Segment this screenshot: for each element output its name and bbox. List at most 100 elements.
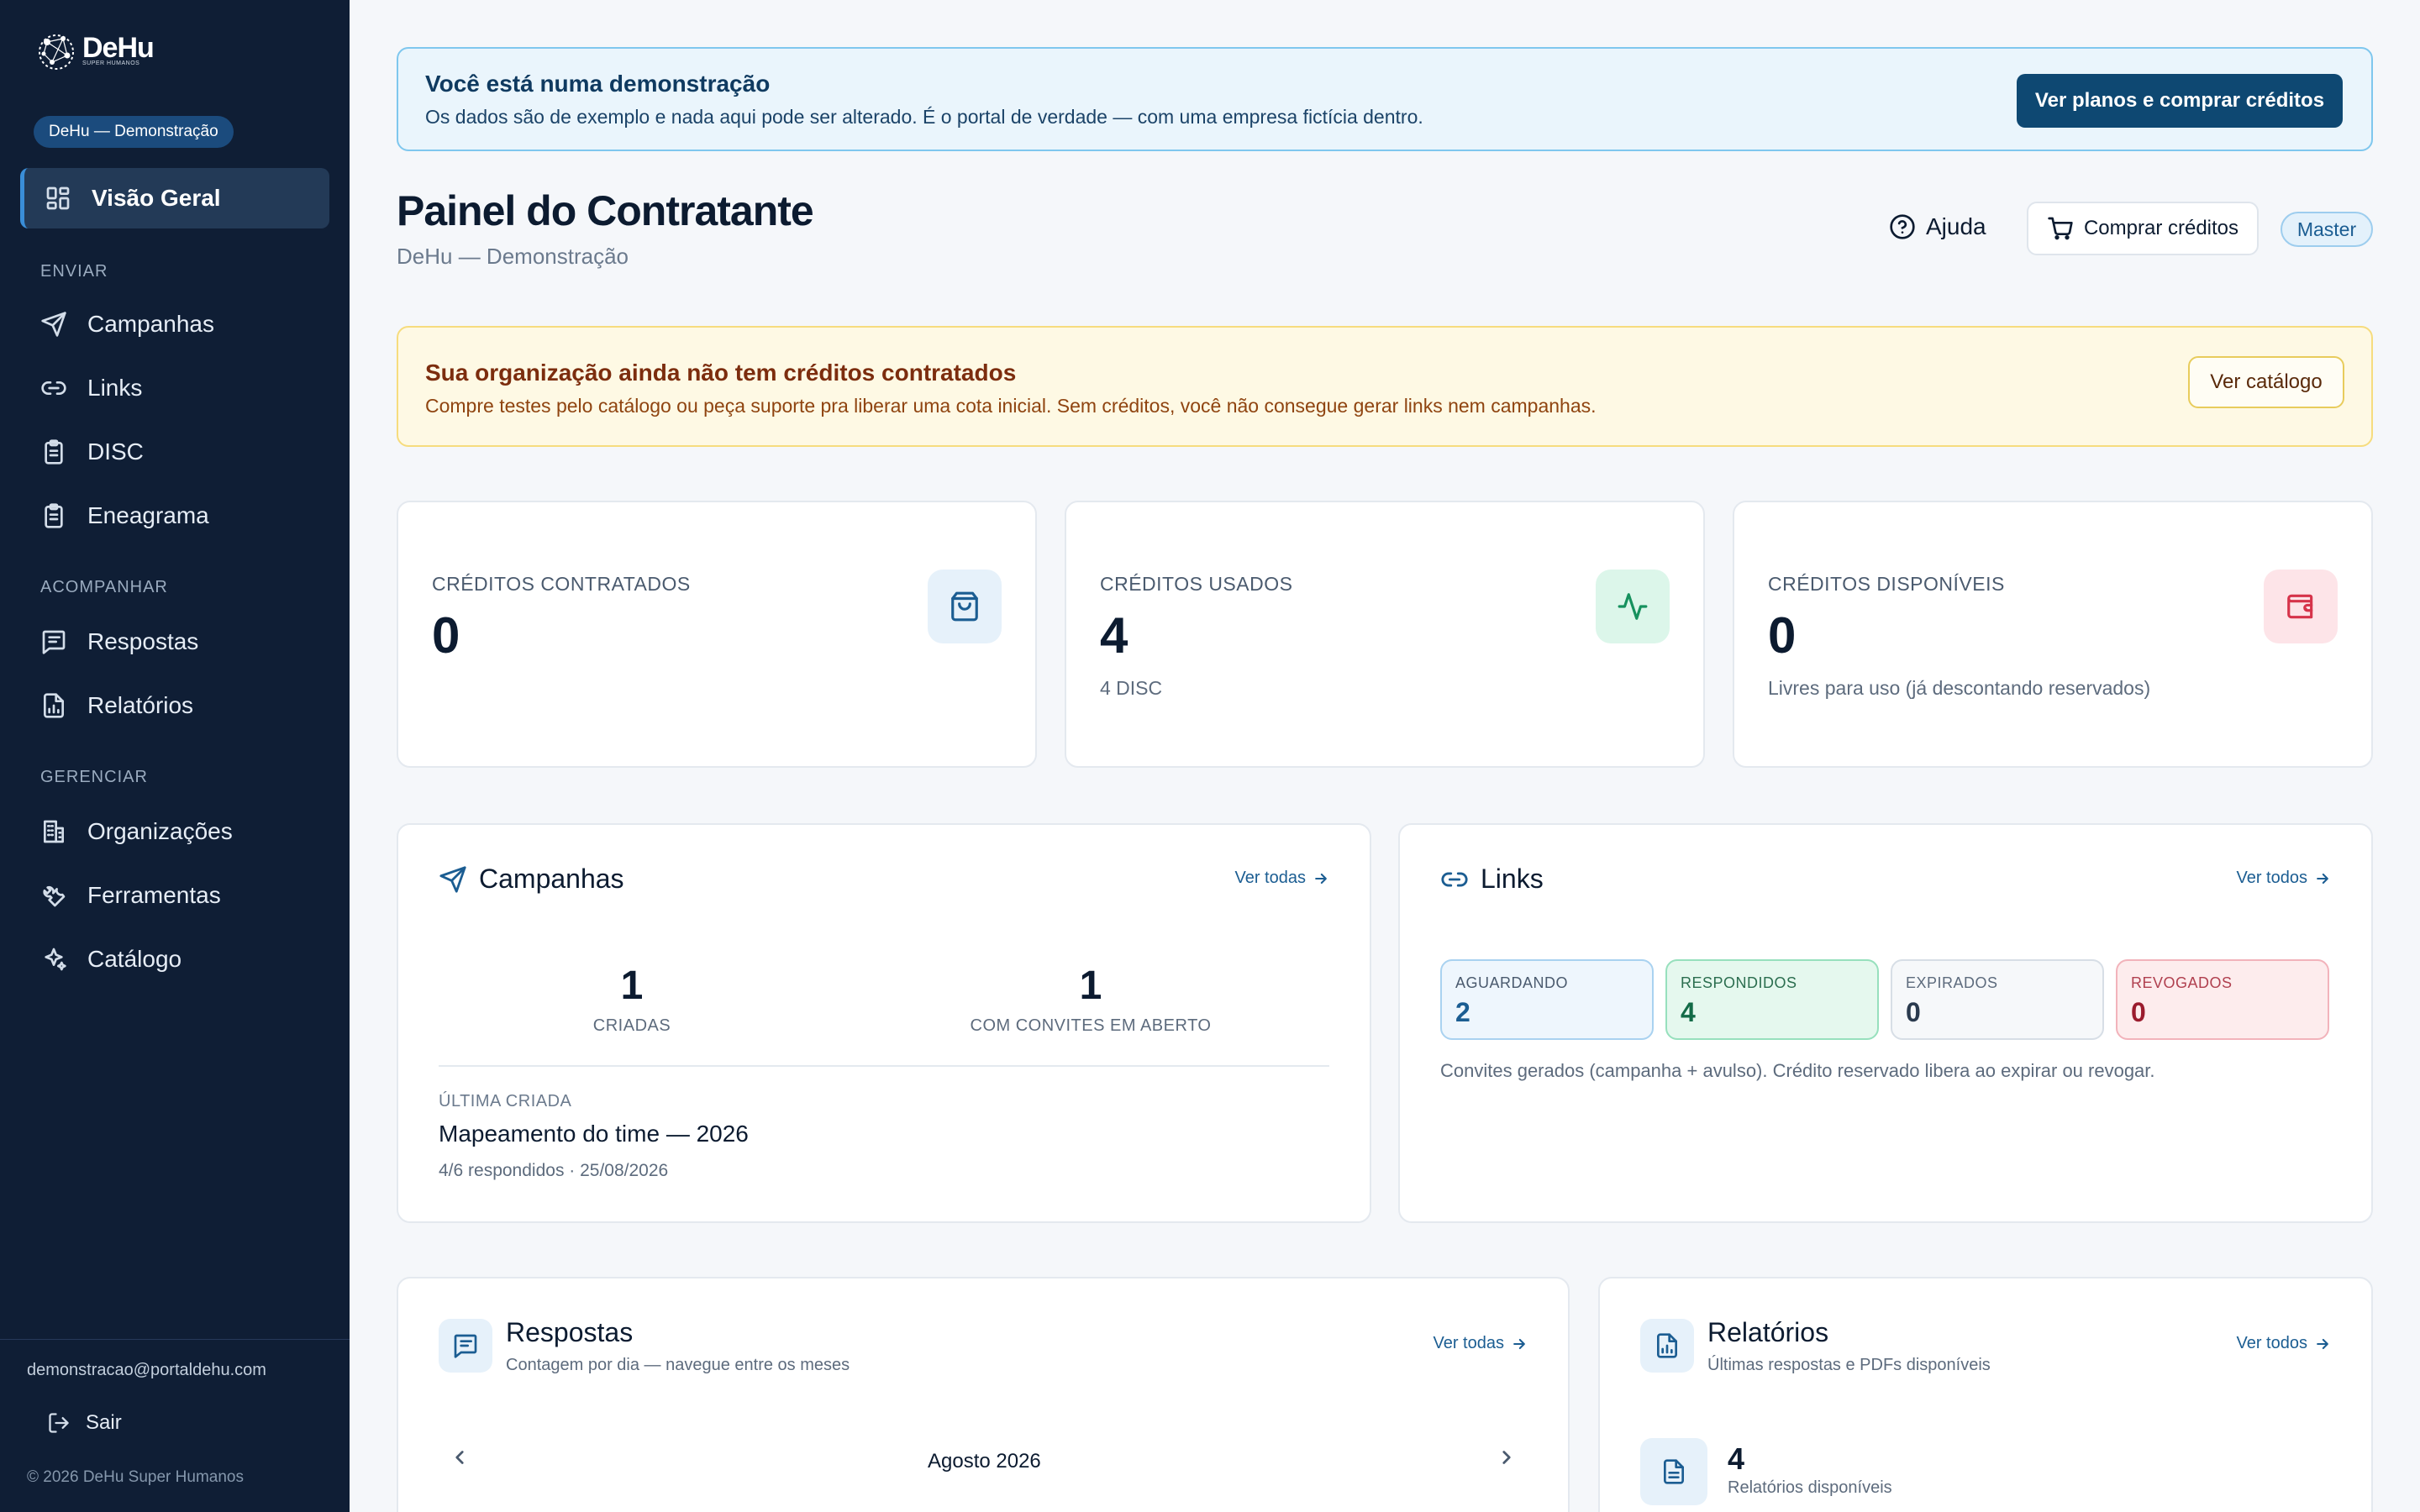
- campaigns-title: Campanhas: [479, 864, 624, 894]
- stat-label: CRÉDITOS DISPONÍVEIS: [1768, 573, 2005, 595]
- sidebar-item-label: Relatórios: [87, 692, 194, 718]
- links-box-value: 0: [2131, 997, 2146, 1027]
- demo-banner-title: Você está numa demonstração: [425, 71, 771, 97]
- organization-badge[interactable]: DeHu — Demonstração: [34, 116, 234, 148]
- sidebar-section-acompanhar: ACOMPANHAR: [40, 578, 168, 596]
- sidebar-item-label: Visão Geral: [92, 185, 221, 211]
- sidebar-item-links[interactable]: Links: [20, 358, 329, 418]
- clipboard-icon: [45, 439, 63, 465]
- arrow-right-icon: [2317, 1338, 2328, 1349]
- campaigns-open-label: COM CONVITES EM ABERTO: [970, 1016, 1212, 1035]
- sidebar-item-label: Organizações: [87, 818, 233, 844]
- user-email: demonstracao@portaldehu.com: [27, 1361, 266, 1379]
- sidebar-item-ferramentas[interactable]: Ferramentas: [20, 865, 329, 926]
- stat-value: 0: [1768, 607, 1797, 664]
- campaigns-see-all-link[interactable]: Ver todas: [1234, 869, 1329, 888]
- link-icon: [1441, 872, 1468, 886]
- links-box-value: 0: [1906, 997, 1921, 1027]
- links-note: Convites gerados (campanha + avulso). Cr…: [1440, 1060, 2155, 1081]
- responses-card: Respostas Contagem por dia — navegue ent…: [397, 1277, 1570, 1512]
- view-catalog-button[interactable]: Ver catálogo: [2188, 356, 2344, 408]
- stat-card-credits-contracted: CRÉDITOS CONTRATADOS 0: [397, 501, 1037, 768]
- sidebar-item-label: Links: [87, 375, 143, 401]
- next-month-button[interactable]: [1496, 1446, 1518, 1473]
- last-campaign-name[interactable]: Mapeamento do time — 2026: [439, 1121, 749, 1147]
- sidebar-item-visao-geral[interactable]: Visão Geral: [20, 168, 329, 228]
- logout-button[interactable]: Sair: [47, 1411, 122, 1435]
- campaigns-card: Campanhas Ver todas 1 CRIADAS 1 COM CONV…: [397, 823, 1371, 1223]
- page-title: Painel do Contratante: [397, 187, 814, 234]
- campaigns-created-value: 1: [620, 963, 644, 1008]
- shopping-bag-icon: [928, 570, 1002, 643]
- page-subtitle: DeHu — Demonstração: [397, 244, 629, 269]
- campaigns-card-header: Campanhas: [439, 864, 624, 895]
- sidebar-item-campanhas[interactable]: Campanhas: [20, 294, 329, 354]
- sparkles-icon: [45, 948, 66, 971]
- buy-credits-button[interactable]: Comprar créditos: [2027, 202, 2259, 255]
- links-box-revogados[interactable]: REVOGADOS 0: [2116, 959, 2329, 1040]
- log-out-icon: [49, 1413, 69, 1433]
- sidebar-item-disc[interactable]: DISC: [20, 422, 329, 482]
- sidebar-footer-divider: [0, 1339, 350, 1340]
- sidebar-item-label: DISC: [87, 438, 144, 465]
- links-card: Links Ver todos AGUARDANDO 2 RESPONDIDOS…: [1398, 823, 2373, 1223]
- reports-see-all-link[interactable]: Ver todos: [2236, 1334, 2331, 1353]
- links-box-label: REVOGADOS: [2131, 974, 2233, 991]
- file-text-icon: [1640, 1438, 1707, 1505]
- last-campaign-meta: 4/6 respondidos · 25/08/2026: [439, 1161, 669, 1180]
- message-square-icon: [439, 1319, 492, 1373]
- reports-count-label: Relatórios disponíveis: [1728, 1478, 1892, 1497]
- logo-icon: [39, 34, 74, 70]
- grid-icon: [46, 186, 70, 210]
- logo-text: DeHu: [82, 32, 155, 64]
- links-box-expirados[interactable]: EXPIRADOS 0: [1891, 959, 2104, 1040]
- links-see-all-link[interactable]: Ver todos: [2236, 869, 2331, 888]
- links-box-label: EXPIRADOS: [1906, 974, 1998, 991]
- sidebar: DeHu SUPER HUMANOS DeHu — Demonstração V…: [0, 0, 350, 1512]
- arrow-right-icon: [1315, 873, 1327, 884]
- send-icon: [41, 312, 66, 337]
- sidebar-item-label: Catálogo: [87, 946, 182, 972]
- sidebar-section-gerenciar: GERENCIAR: [40, 768, 148, 786]
- chevron-right-icon: [1502, 1451, 1511, 1464]
- help-button[interactable]: Ajuda: [1889, 213, 1986, 240]
- links-box-value: 4: [1681, 997, 1696, 1027]
- sidebar-item-catalogo[interactable]: Catálogo: [20, 929, 329, 990]
- warning-text: Compre testes pelo catálogo ou peça supo…: [425, 395, 1597, 417]
- sidebar-item-respostas[interactable]: Respostas: [20, 612, 329, 672]
- buy-plans-button[interactable]: Ver planos e comprar créditos: [2017, 74, 2343, 128]
- sidebar-item-label: Campanhas: [87, 311, 214, 337]
- arrow-right-icon: [2317, 873, 2328, 884]
- sidebar-item-label: Respostas: [87, 628, 199, 654]
- sidebar-item-eneagrama[interactable]: Eneagrama: [20, 486, 329, 546]
- role-badge: Master: [2281, 212, 2373, 247]
- divider: [439, 1065, 1329, 1067]
- file-chart-icon: [1640, 1319, 1694, 1373]
- copyright: © 2026 DeHu Super Humanos: [27, 1468, 244, 1486]
- last-campaign-label: ÚLTIMA CRIADA: [439, 1092, 572, 1110]
- sidebar-item-organizacoes[interactable]: Organizações: [20, 801, 329, 862]
- previous-month-button[interactable]: [449, 1446, 471, 1473]
- logo[interactable]: DeHu SUPER HUMANOS: [35, 27, 155, 76]
- stat-sub: 4 DISC: [1100, 677, 1163, 699]
- responses-subtitle: Contagem por dia — navegue entre os mese…: [506, 1356, 850, 1374]
- links-title: Links: [1481, 864, 1544, 894]
- logout-label: Sair: [86, 1411, 122, 1434]
- stat-label: CRÉDITOS USADOS: [1100, 573, 1293, 595]
- reports-title: Relatórios: [1707, 1317, 1829, 1347]
- sidebar-item-label: Eneagrama: [87, 502, 209, 528]
- help-circle-icon: [1890, 214, 1915, 239]
- sidebar-section-enviar: ENVIAR: [40, 262, 108, 281]
- sidebar-item-relatorios[interactable]: Relatórios: [20, 675, 329, 736]
- activity-icon: [1596, 570, 1670, 643]
- see-all-label: Ver todas: [1234, 869, 1306, 887]
- responses-see-all-link[interactable]: Ver todas: [1433, 1334, 1528, 1353]
- demo-banner: Você está numa demonstração Os dados são…: [397, 47, 2373, 151]
- reports-count: 4: [1728, 1441, 1745, 1476]
- help-label: Ajuda: [1926, 213, 1986, 239]
- links-box-label: AGUARDANDO: [1455, 974, 1569, 991]
- links-box-aguardando[interactable]: AGUARDANDO 2: [1440, 959, 1654, 1040]
- links-box-respondidos[interactable]: RESPONDIDOS 4: [1665, 959, 1879, 1040]
- clipboard-icon: [45, 503, 63, 528]
- wallet-icon: [2264, 570, 2338, 643]
